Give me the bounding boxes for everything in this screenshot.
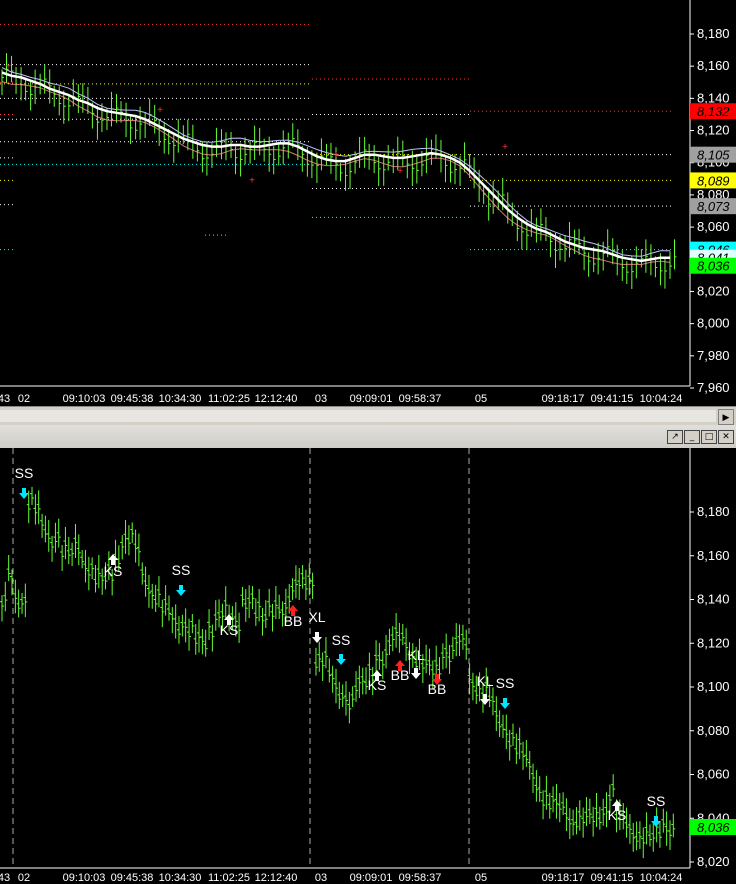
top-y-tick-label: 8,160 bbox=[697, 58, 730, 73]
bottom-x-tick-label: 09:10:03 bbox=[63, 872, 106, 884]
pane-titlebar: ↗ _ □ ✕ bbox=[0, 425, 736, 449]
close-icon[interactable]: ✕ bbox=[718, 430, 734, 444]
top-x-tick-label: 09:18:17 bbox=[542, 393, 585, 405]
bottom-y-tick-label: 8,180 bbox=[697, 504, 730, 519]
signal-label-ss: SS bbox=[172, 562, 191, 578]
bottom-x-tick-label: 09:09:01 bbox=[350, 872, 393, 884]
bottom-x-tick-label: 09:45:38 bbox=[111, 872, 154, 884]
bottom-x-tick-label: 10:04:24 bbox=[640, 872, 683, 884]
bottom-x-tick-label: 09:41:15 bbox=[591, 872, 634, 884]
signal-label-ss: SS bbox=[15, 465, 34, 481]
red-cross-marker: + bbox=[397, 166, 403, 177]
minimize-icon[interactable]: _ bbox=[684, 430, 700, 444]
signal-label-ss: SS bbox=[332, 632, 351, 648]
top-x-tick-label: 10:34:30 bbox=[159, 393, 202, 405]
top-x-tick-label: 43 bbox=[0, 393, 10, 405]
top-x-tick-label: 09:10:03 bbox=[63, 393, 106, 405]
maximize-icon[interactable]: □ bbox=[701, 430, 717, 444]
price-tag-label: 8,036 bbox=[697, 259, 730, 274]
signal-label-ss: SS bbox=[496, 675, 515, 691]
top-x-tick-label: 09:58:37 bbox=[399, 393, 442, 405]
signal-label-kl: KL bbox=[407, 647, 424, 663]
top-x-tick-label: 12:12:40 bbox=[255, 393, 298, 405]
top-y-tick-label: 7,960 bbox=[697, 380, 730, 395]
bottom-y-tick-label: 8,140 bbox=[697, 592, 730, 607]
red-cross-marker: + bbox=[333, 150, 339, 161]
signal-label-xl: XL bbox=[308, 609, 325, 625]
price-tag-label: 8,089 bbox=[697, 173, 730, 188]
scroll-right-arrow-icon[interactable]: ▶ bbox=[718, 409, 734, 425]
bottom-chart-pane[interactable]: SS KS SS KS BB XL SS KS BB KL BB KL SS KS SS 8,180 8,160… bbox=[0, 448, 736, 884]
float-window-icon[interactable]: ↗ bbox=[667, 430, 683, 444]
top-x-tick-label: 10:04:24 bbox=[640, 393, 683, 405]
signal-label-ks: KS bbox=[104, 563, 123, 579]
red-cross-marker: + bbox=[157, 105, 163, 116]
horizontal-scrollbar[interactable]: ▶ bbox=[0, 406, 736, 426]
top-x-tick-label: 02 bbox=[18, 393, 30, 405]
top-x-tick-label: 11:02:25 bbox=[208, 393, 250, 405]
price-tag-label: 8,105 bbox=[697, 148, 730, 163]
top-chart-pane[interactable]: ++++++8,1808,1608,1408,1208,1008,0808,06… bbox=[0, 0, 736, 406]
bottom-y-tick-label: 8,100 bbox=[697, 679, 730, 694]
top-x-tick-label: 09:41:15 bbox=[591, 393, 634, 405]
top-y-tick-label: 8,000 bbox=[697, 316, 730, 331]
top-price-chart[interactable]: ++++++8,1808,1608,1408,1208,1008,0808,06… bbox=[0, 0, 736, 406]
signal-label-kl: KL bbox=[476, 673, 493, 689]
bottom-signal-chart[interactable]: SSKS SSKSBB XLSSKSBBKLBB KL SSKSSS8,1808,160… bbox=[0, 448, 736, 884]
red-cross-marker: + bbox=[249, 176, 255, 187]
bottom-y-tick-label: 8,060 bbox=[697, 767, 730, 782]
bottom-x-tick-label: 12:12:40 bbox=[255, 872, 298, 884]
top-y-tick-label: 8,020 bbox=[697, 283, 730, 298]
top-x-tick-label: 05 bbox=[475, 393, 487, 405]
bottom-x-tick-label: 03 bbox=[315, 872, 327, 884]
red-cross-marker: + bbox=[502, 142, 508, 153]
bottom-x-tick-label: 09:58:37 bbox=[399, 872, 442, 884]
bottom-x-tick-label: 09:18:17 bbox=[542, 872, 585, 884]
top-x-tick-label: 09:45:38 bbox=[111, 393, 154, 405]
top-y-tick-label: 8,120 bbox=[697, 123, 730, 138]
scrollbar-track[interactable] bbox=[0, 410, 716, 422]
bottom-y-tick-label: 8,160 bbox=[697, 548, 730, 563]
top-x-tick-label: 03 bbox=[315, 393, 327, 405]
bottom-x-tick-label: 05 bbox=[475, 872, 487, 884]
bottom-x-tick-label: 43 bbox=[0, 872, 10, 884]
price-tag-label: 8,132 bbox=[697, 104, 730, 119]
signal-label-ss: SS bbox=[647, 793, 666, 809]
top-y-tick-label: 7,980 bbox=[697, 348, 730, 363]
bottom-y-tick-label: 8,120 bbox=[697, 635, 730, 650]
bottom-price-tag-label: 8,036 bbox=[697, 820, 730, 835]
bottom-y-tick-label: 8,020 bbox=[697, 854, 730, 869]
bottom-x-tick-label: 11:02:25 bbox=[208, 872, 250, 884]
top-y-tick-label: 8,060 bbox=[697, 219, 730, 234]
top-background bbox=[0, 0, 736, 406]
price-tag-label: 8,073 bbox=[697, 199, 730, 214]
bottom-x-tick-label: 10:34:30 bbox=[159, 872, 202, 884]
top-y-tick-label: 8,140 bbox=[697, 90, 730, 105]
red-cross-marker: + bbox=[5, 61, 11, 72]
bottom-x-tick-label: 02 bbox=[18, 872, 30, 884]
bottom-y-tick-label: 8,080 bbox=[697, 723, 730, 738]
top-x-tick-label: 09:09:01 bbox=[350, 393, 393, 405]
top-y-tick-label: 8,180 bbox=[697, 26, 730, 41]
